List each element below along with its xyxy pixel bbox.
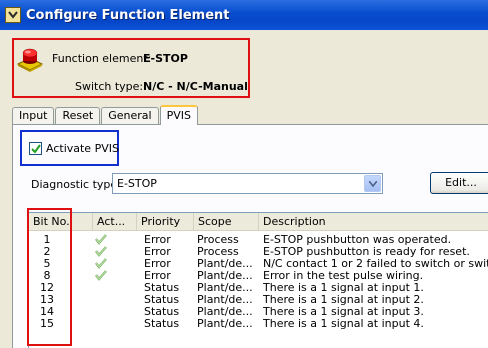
estop-button-icon [16,44,44,72]
table-row[interactable]: 13 Status Plant/de... There is a 1 signal a… [29,294,488,306]
bit-number: 2 [43,246,51,258]
priority-cell: Error [144,246,171,258]
scope-cell: Plant/de... [197,294,253,306]
table-row[interactable]: 2 Error Process E-STOP pushbutton is ready … [29,246,488,258]
description-cell: E-STOP pushbutton was operated. [263,234,452,246]
app-icon [5,7,21,23]
priority-cell: Status [144,318,180,330]
diagnostic-type-value: E-STOP [117,177,157,190]
column-header-priority[interactable]: Priority [137,213,194,231]
column-header-description[interactable]: Description [259,213,488,231]
active-check-icon [95,258,107,269]
active-check-icon [95,270,107,281]
column-header-bit-no[interactable]: Bit No. [29,213,93,231]
active-check-icon [95,246,107,257]
switch-type-value: N/C - N/C-Manual [143,80,248,93]
table-row[interactable]: 15 Status Plant/de... There is a 1 signal a… [29,318,488,330]
diagnostic-type-select[interactable]: E-STOP [112,173,383,194]
bit-number: 5 [43,258,51,270]
tab-general[interactable]: General [101,107,159,125]
scope-cell: Plant/de... [197,306,253,318]
switch-type-label: Switch type: [75,80,144,93]
title-bar: Configure Function Element [0,0,488,30]
description-cell: N/C contact 1 or 2 failed to switch or s… [263,258,488,270]
tab-pvis[interactable]: PVIS [159,105,198,125]
description-cell: Error in the test pulse wiring. [263,270,424,282]
window-title: Configure Function Element [26,7,230,23]
edit-button[interactable]: Edit... [430,172,488,194]
bit-number: 14 [40,306,54,318]
table-row[interactable]: 14 Status Plant/de... There is a 1 signal a… [29,306,488,318]
scope-cell: Plant/de... [197,282,253,294]
description-cell: E-STOP pushbutton is ready for reset. [263,246,470,258]
description-cell: There is a 1 signal at input 4. [263,318,424,330]
bit-number: 1 [43,234,51,246]
priority-cell: Status [144,294,180,306]
scope-cell: Plant/de... [197,318,253,330]
diagnostic-type-label: Diagnostic type: [31,178,121,191]
priority-cell: Status [144,282,180,294]
scope-cell: Plant/de... [197,258,253,270]
bit-number: 12 [40,282,54,294]
column-header-scope[interactable]: Scope [194,213,259,231]
description-cell: There is a 1 signal at input 2. [263,294,424,306]
tab-input[interactable]: Input [12,107,55,125]
bit-table: Bit No. Act... Priority Scope Descriptio… [28,212,488,348]
description-cell: There is a 1 signal at input 3. [263,306,424,318]
bit-number: 8 [43,270,51,282]
tab-reset[interactable]: Reset [55,107,101,125]
table-row[interactable]: 12 Status Plant/de... There is a 1 signal a… [29,282,488,294]
priority-cell: Error [144,258,171,270]
table-header: Bit No. Act... Priority Scope Descriptio… [29,213,488,231]
table-row[interactable]: 5 Error Plant/de... N/C contact 1 or 2 fail… [29,258,488,270]
priority-cell: Error [144,270,171,282]
tab-strip: Input Reset General PVIS [12,105,199,125]
bit-number: 15 [40,318,54,330]
active-check-icon [95,234,107,245]
scope-cell: Process [197,246,239,258]
table-row[interactable]: 8 Error Plant/de... Error in the test pulse… [29,270,488,282]
column-header-active[interactable]: Act... [93,213,137,231]
function-element-value: E-STOP [143,52,188,65]
chevron-down-icon[interactable] [364,175,381,192]
activate-pvis-checkbox[interactable] [29,142,42,155]
function-element-label: Function element: [52,52,152,65]
scope-cell: Process [197,234,239,246]
table-row[interactable]: 1 Error Process E-STOP pushbutton was opera… [29,234,488,246]
priority-cell: Error [144,234,171,246]
scope-cell: Plant/de... [197,270,253,282]
bit-number: 13 [40,294,54,306]
activate-pvis-label[interactable]: Activate PVIS [46,142,119,155]
description-cell: There is a 1 signal at input 1. [263,282,424,294]
priority-cell: Status [144,306,180,318]
